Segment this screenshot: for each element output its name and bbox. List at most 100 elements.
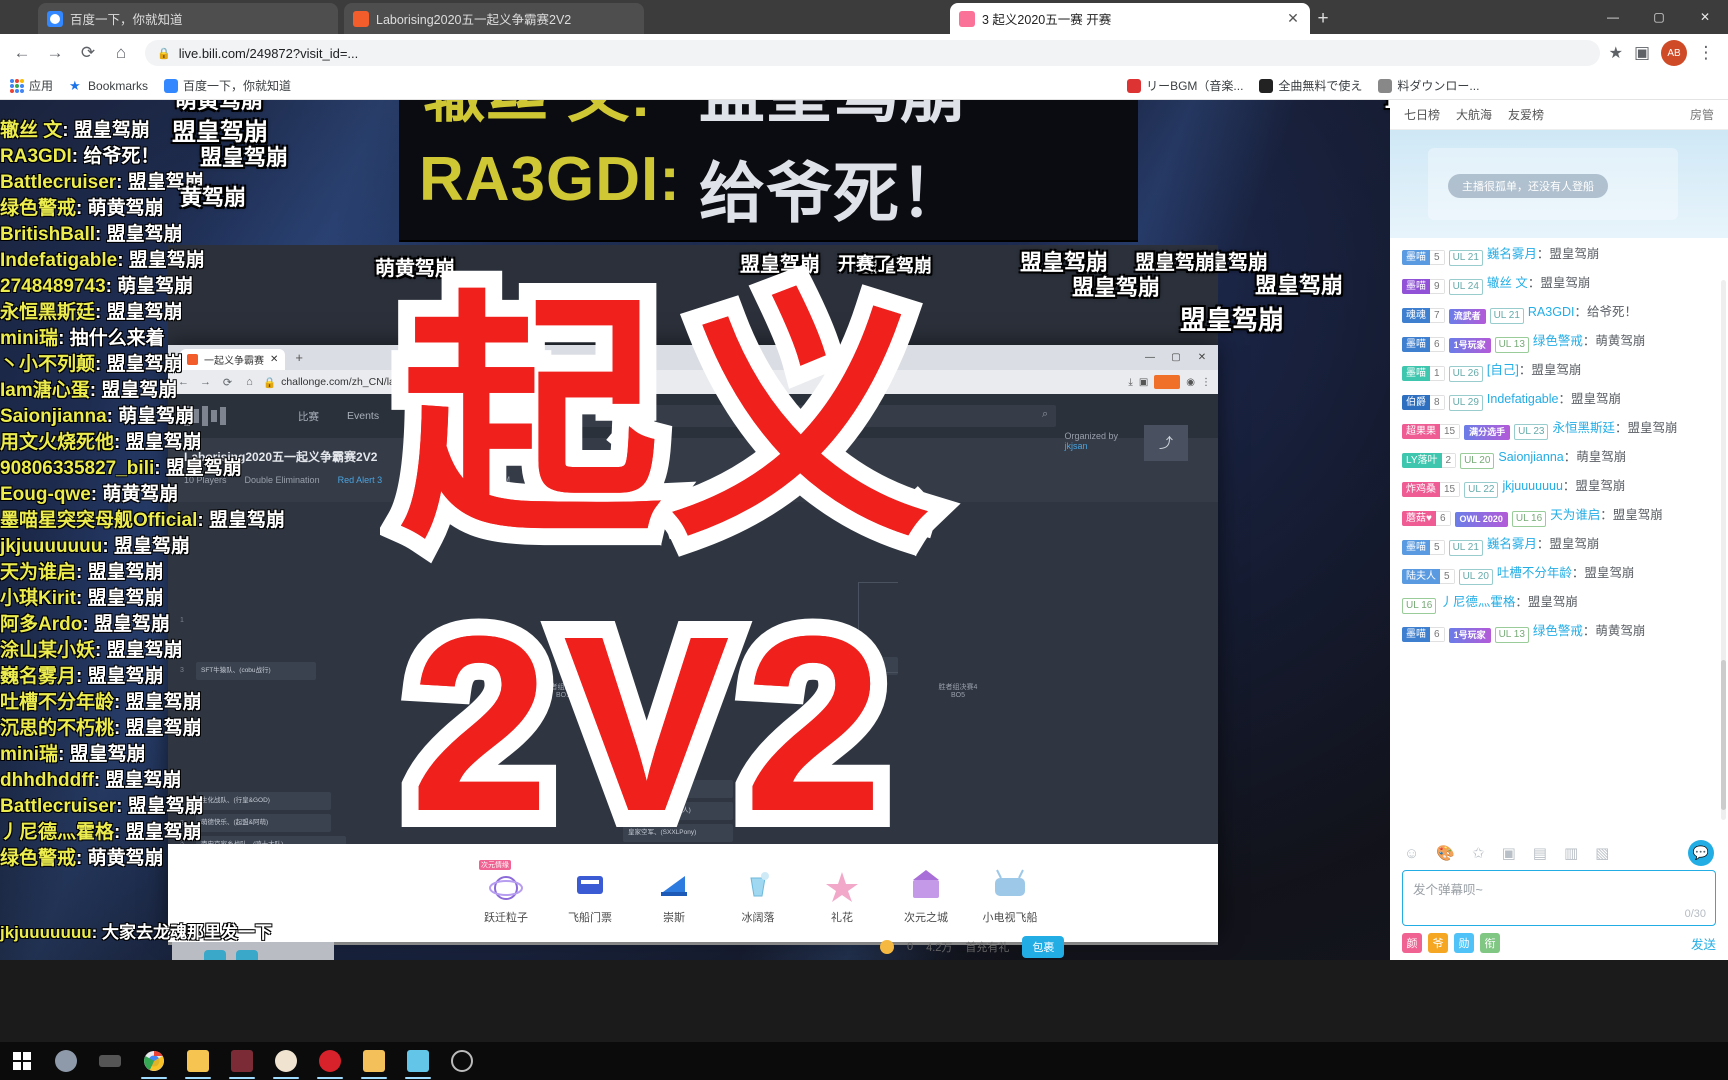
send-button[interactable]: 发送 <box>1691 934 1716 953</box>
chat-username[interactable]: 巍名雾月 <box>1487 247 1537 261</box>
reload-icon[interactable]: ⟳ <box>73 38 103 68</box>
taskbar-netease[interactable] <box>308 1042 352 1080</box>
chat-message: 墨喵 1 UL 26 [自己]：盟皇驾崩 <box>1402 360 1718 382</box>
taskbar-obs[interactable] <box>440 1042 484 1080</box>
taskbar-eraser[interactable] <box>88 1042 132 1080</box>
chat-username[interactable]: 天为谁启 <box>1550 508 1600 522</box>
first-charge-label[interactable]: 首充有礼 <box>965 939 1009 955</box>
chat-badge-0[interactable]: 颜 <box>1402 933 1422 953</box>
new-tab-button[interactable]: + <box>1310 7 1336 31</box>
chat-username[interactable]: 吐槽不分年龄 <box>1497 566 1572 580</box>
bookmark-2[interactable]: 百度一下，你就知道 <box>164 77 291 94</box>
danmaku-bottom-text: 大家去龙魂那里发一下 <box>101 923 272 942</box>
chat-badge-3[interactable]: 衔 <box>1480 933 1500 953</box>
danmaku-line: 巍名雾月: 盟皇驾崩 <box>0 666 164 687</box>
extensions-icon[interactable]: ▣ <box>1627 38 1657 68</box>
chat-bubble-icon[interactable]: 💬 <box>1688 840 1714 866</box>
chat-tab-0[interactable]: 七日榜 <box>1404 106 1440 123</box>
more-box-icon[interactable]: ▧ <box>1595 844 1609 862</box>
banner-line2-text: 给爷死！ <box>699 156 967 230</box>
gift-box-icon[interactable]: ▣ <box>1502 844 1516 862</box>
bookmark-5[interactable]: 料ダウンロー... <box>1378 77 1479 94</box>
user-level-badge: UL 22 <box>1464 482 1499 498</box>
chat-username[interactable]: 绿色警戒 <box>1533 624 1583 638</box>
danmaku-text: 盟皇驾崩 <box>127 796 204 817</box>
chat-username[interactable]: 永恒黑斯廷 <box>1552 421 1615 435</box>
fan-medal: LY落叶 2 <box>1402 453 1457 468</box>
forward-icon[interactable]: → <box>40 38 70 68</box>
baidu-bookmark-icon <box>164 78 179 93</box>
taskbar-app9[interactable] <box>396 1042 440 1080</box>
back-icon[interactable]: ← <box>7 38 37 68</box>
sticker-icon[interactable]: ✩ <box>1472 844 1485 862</box>
danmaku-user: 沉思的不朽桃 <box>0 718 115 739</box>
fan-medal-name: 墨喵 <box>1402 250 1430 265</box>
menu-icon[interactable]: ⋮ <box>1691 38 1721 68</box>
bookmark-star-icon[interactable]: ★ <box>1609 43 1623 63</box>
bookmark-3[interactable]: リーBGM（音楽... <box>1127 77 1243 94</box>
address-bar[interactable]: 🔒 live.bili.com/249872?visit_id=... <box>145 40 1600 66</box>
netease-music-icon <box>319 1050 341 1072</box>
chat-username[interactable]: jkjuuuuuuu <box>1502 479 1562 493</box>
tab-2-close-icon[interactable]: ✕ <box>1285 11 1301 27</box>
palette-icon[interactable]: 🎨 <box>1436 844 1455 862</box>
taskbar-explorer[interactable] <box>176 1042 220 1080</box>
chat-badge-2[interactable]: 勋 <box>1454 933 1474 953</box>
danmaku-user: 绿色警戒 <box>0 848 77 869</box>
honor-medal: 1号玩家 <box>1448 338 1491 353</box>
chat-username[interactable]: [自己] <box>1487 363 1519 377</box>
chat-username[interactable]: RA3GDI <box>1528 305 1575 319</box>
chat-badge-1[interactable]: 爷 <box>1428 933 1448 953</box>
window-close-button[interactable]: ✕ <box>1682 0 1728 34</box>
bookmark-1-label: Bookmarks <box>88 78 149 93</box>
chat-tab-2[interactable]: 友爱榜 <box>1508 106 1544 123</box>
tab-1[interactable]: Laborising2020五一起义争霸赛2V2 <box>344 3 644 34</box>
fan-medal-level: 9 <box>1430 279 1445 294</box>
chat-input[interactable]: 发个弹幕呗~ 0/30 <box>1402 870 1716 926</box>
chat-tab-1[interactable]: 大航海 <box>1456 106 1492 123</box>
chat-username[interactable]: 绿色警戒 <box>1533 334 1583 348</box>
chat-username[interactable]: Saionjianna <box>1498 450 1563 464</box>
chat-username[interactable]: Indefatigable <box>1487 392 1559 406</box>
danmaku-text: 盟皇驾崩 <box>106 354 183 375</box>
chat-text: ：盟皇驾崩 <box>1515 595 1578 609</box>
fan-medal-level: 5 <box>1430 250 1445 265</box>
danmaku-user: jkjuuuuuuu <box>0 536 103 557</box>
fan-medal: 魂魂 7 <box>1402 308 1445 323</box>
taskbar-app5[interactable] <box>220 1042 264 1080</box>
bookmark-2-label: 百度一下，你就知道 <box>183 79 292 93</box>
edit-box-icon[interactable]: ▥ <box>1564 844 1578 862</box>
home-icon[interactable]: ⌂ <box>106 38 136 68</box>
room-manager-link[interactable]: 房管 <box>1690 106 1714 123</box>
bookmark-apps[interactable]: 应用 <box>10 77 53 94</box>
tab-strip: 百度一下，你就知道 Laborising2020五一起义争霸赛2V2 3 起义2… <box>0 0 1728 34</box>
chat-scrollbar[interactable] <box>1721 280 1726 820</box>
chat-username[interactable]: 辙丝 文 <box>1487 276 1528 290</box>
chat-text: ：盟皇驾崩 <box>1600 508 1663 522</box>
danmaku-user: 天为谁启 <box>0 562 77 583</box>
emoji-icon[interactable]: ☺ <box>1404 845 1419 862</box>
avatar[interactable]: AB <box>1661 40 1687 66</box>
fan-medal-name: 墨喵 <box>1402 540 1430 555</box>
tab-0[interactable]: 百度一下，你就知道 <box>38 3 338 34</box>
bookmark-4[interactable]: 全曲無料で使え <box>1259 77 1362 94</box>
package-button[interactable]: 包裹 <box>1022 936 1065 958</box>
bookmarks-bar: 应用 ★ Bookmarks 百度一下，你就知道 リーBGM（音楽... 全曲無… <box>0 72 1728 100</box>
chat-username[interactable]: 巍名雾月 <box>1487 537 1537 551</box>
taskbar-chrome[interactable] <box>132 1042 176 1080</box>
fan-medal-level: 2 <box>1441 453 1457 468</box>
window-maximize-button[interactable]: ▢ <box>1636 0 1682 34</box>
taskbar <box>0 1042 1728 1080</box>
bookmark-1[interactable]: ★ Bookmarks <box>69 78 149 93</box>
chat-username[interactable]: 丿尼德灬霍格 <box>1440 595 1515 609</box>
lock-box-icon[interactable]: ▤ <box>1533 844 1547 862</box>
start-button[interactable] <box>0 1042 44 1080</box>
taskbar-app8[interactable] <box>352 1042 396 1080</box>
taskbar-app6[interactable] <box>264 1042 308 1080</box>
tab-2[interactable]: 3 起义2020五一赛 开赛 ✕ <box>950 3 1310 34</box>
taskbar-paint[interactable] <box>44 1042 88 1080</box>
danmaku-text: 盟皇驾崩 <box>69 744 146 765</box>
window-minimize-button[interactable]: — <box>1590 0 1636 34</box>
danmaku-text: 萌黄驾崩 <box>102 484 179 505</box>
chat-message-list[interactable]: 墨喵 5 UL 21 巍名雾月：盟皇驾崩 墨喵 9 UL 24 辙丝 文：盟皇驾崩 魂魂 7 流武者… <box>1390 238 1728 836</box>
